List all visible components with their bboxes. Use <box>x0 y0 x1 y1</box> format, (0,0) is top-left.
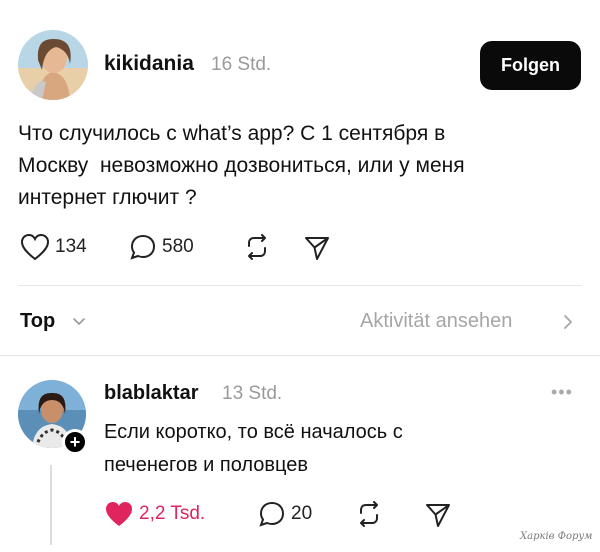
share-icon <box>426 504 450 527</box>
divider <box>0 355 600 356</box>
reply-comment-count: 20 <box>291 503 313 524</box>
comment-icon <box>259 501 285 527</box>
thread-line <box>50 465 52 545</box>
reply-text: Если коротко, то всё началось с печенего… <box>104 421 403 476</box>
post-like-button[interactable]: 134 <box>20 233 87 261</box>
reply-like-count: 2,2 Tsd. <box>139 503 206 524</box>
post-like-count: 134 <box>55 236 87 257</box>
divider <box>18 285 582 286</box>
sort-selector[interactable]: Top <box>20 310 55 333</box>
post-avatar[interactable] <box>18 30 88 100</box>
post-share-button[interactable] <box>304 235 330 261</box>
follow-plus-icon[interactable]: + <box>62 429 88 455</box>
reply-like-button[interactable]: 2,2 Tsd. <box>104 500 205 528</box>
post-username[interactable]: kikidania <box>104 52 194 76</box>
watermark: Харків Форум <box>520 531 593 542</box>
view-activity-link[interactable]: Aktivität ansehen <box>360 310 512 333</box>
chevron-down-icon[interactable] <box>71 313 87 329</box>
follow-button[interactable]: Folgen <box>480 41 581 90</box>
repost-icon <box>360 501 378 527</box>
reply-comment-button[interactable]: 20 <box>258 500 312 528</box>
reply-time: 13 Std. <box>222 383 283 404</box>
heart-icon <box>106 502 132 526</box>
reply-username[interactable]: blablaktar <box>104 382 198 405</box>
heart-icon <box>20 233 50 261</box>
post-repost-button[interactable] <box>243 234 271 260</box>
post-time: 16 Std. <box>211 54 272 75</box>
reply-repost-button[interactable] <box>355 501 383 527</box>
post-text: Что случилось с what’s app? С 1 сентября… <box>18 122 465 209</box>
share-icon <box>305 237 329 260</box>
repost-icon <box>248 234 266 260</box>
chevron-right-icon[interactable] <box>561 313 575 331</box>
more-icon[interactable]: ••• <box>551 382 573 403</box>
comment-icon <box>130 234 156 260</box>
post-comment-count: 580 <box>162 236 194 257</box>
reply-share-button[interactable] <box>425 502 451 528</box>
post-comment-button[interactable]: 580 <box>129 233 194 261</box>
